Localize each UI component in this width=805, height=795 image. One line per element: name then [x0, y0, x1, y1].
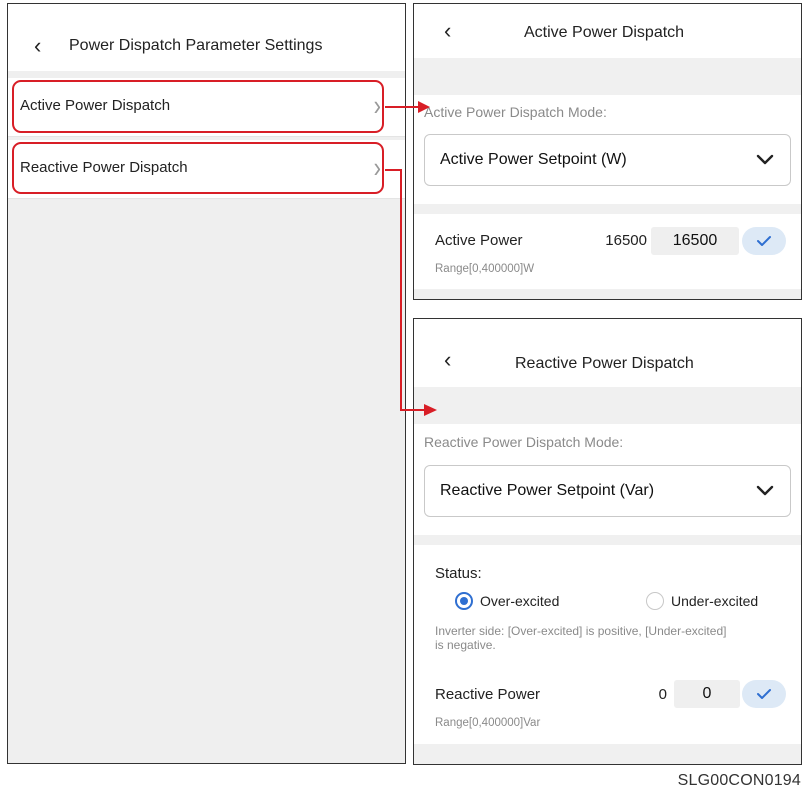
connector-arrows	[385, 101, 437, 416]
arrow-to-active-panel	[385, 101, 430, 113]
arrow-to-reactive-panel	[385, 169, 437, 416]
figure-code: SLG00CON0194	[677, 772, 801, 789]
